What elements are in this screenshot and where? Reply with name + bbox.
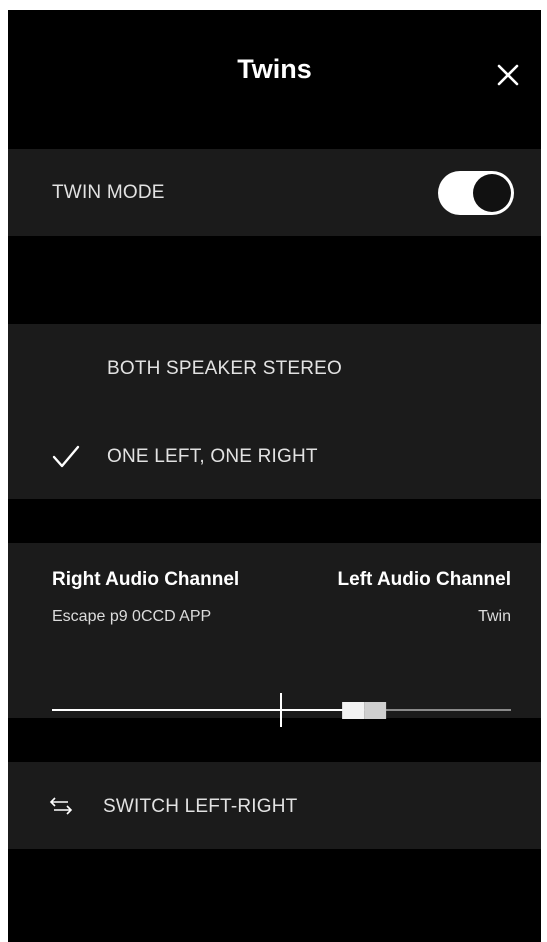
- slider-thumb[interactable]: [342, 702, 387, 719]
- audio-channel-panel: Right Audio Channel Left Audio Channel E…: [8, 543, 541, 727]
- close-button[interactable]: [493, 60, 523, 90]
- twins-screen: Twins TWIN MODE BOTH SPEAKER STEREO ONE …: [8, 10, 541, 942]
- twin-mode-toggle[interactable]: [438, 171, 514, 215]
- left-channel-title: Left Audio Channel: [337, 569, 511, 590]
- left-channel-device: Twin: [478, 608, 511, 625]
- option-one-left-one-right[interactable]: ONE LEFT, ONE RIGHT: [8, 428, 541, 488]
- page-title: Twins: [237, 54, 312, 84]
- twin-mode-label: TWIN MODE: [52, 182, 165, 203]
- right-channel-title: Right Audio Channel: [52, 569, 240, 590]
- option-label: ONE LEFT, ONE RIGHT: [107, 446, 318, 467]
- balance-slider[interactable]: [8, 689, 541, 729]
- switch-left-right-button[interactable]: SWITCH LEFT-RIGHT: [8, 762, 541, 849]
- switch-label: SWITCH LEFT-RIGHT: [103, 796, 298, 817]
- title-bar: Twins: [8, 10, 541, 130]
- stereo-mode-panel: BOTH SPEAKER STEREO ONE LEFT, ONE RIGHT: [8, 324, 541, 499]
- toggle-knob: [473, 174, 511, 212]
- checkmark-icon: [52, 445, 80, 468]
- twin-mode-row: TWIN MODE: [8, 149, 541, 236]
- option-label: BOTH SPEAKER STEREO: [107, 358, 343, 379]
- right-channel-device: Escape p9 0CCD APP: [52, 608, 212, 625]
- switch-left-right-row: SWITCH LEFT-RIGHT: [8, 762, 541, 849]
- close-icon: [497, 64, 519, 86]
- swap-arrows-icon: [49, 797, 73, 815]
- option-both-speaker-stereo[interactable]: BOTH SPEAKER STEREO: [8, 340, 541, 400]
